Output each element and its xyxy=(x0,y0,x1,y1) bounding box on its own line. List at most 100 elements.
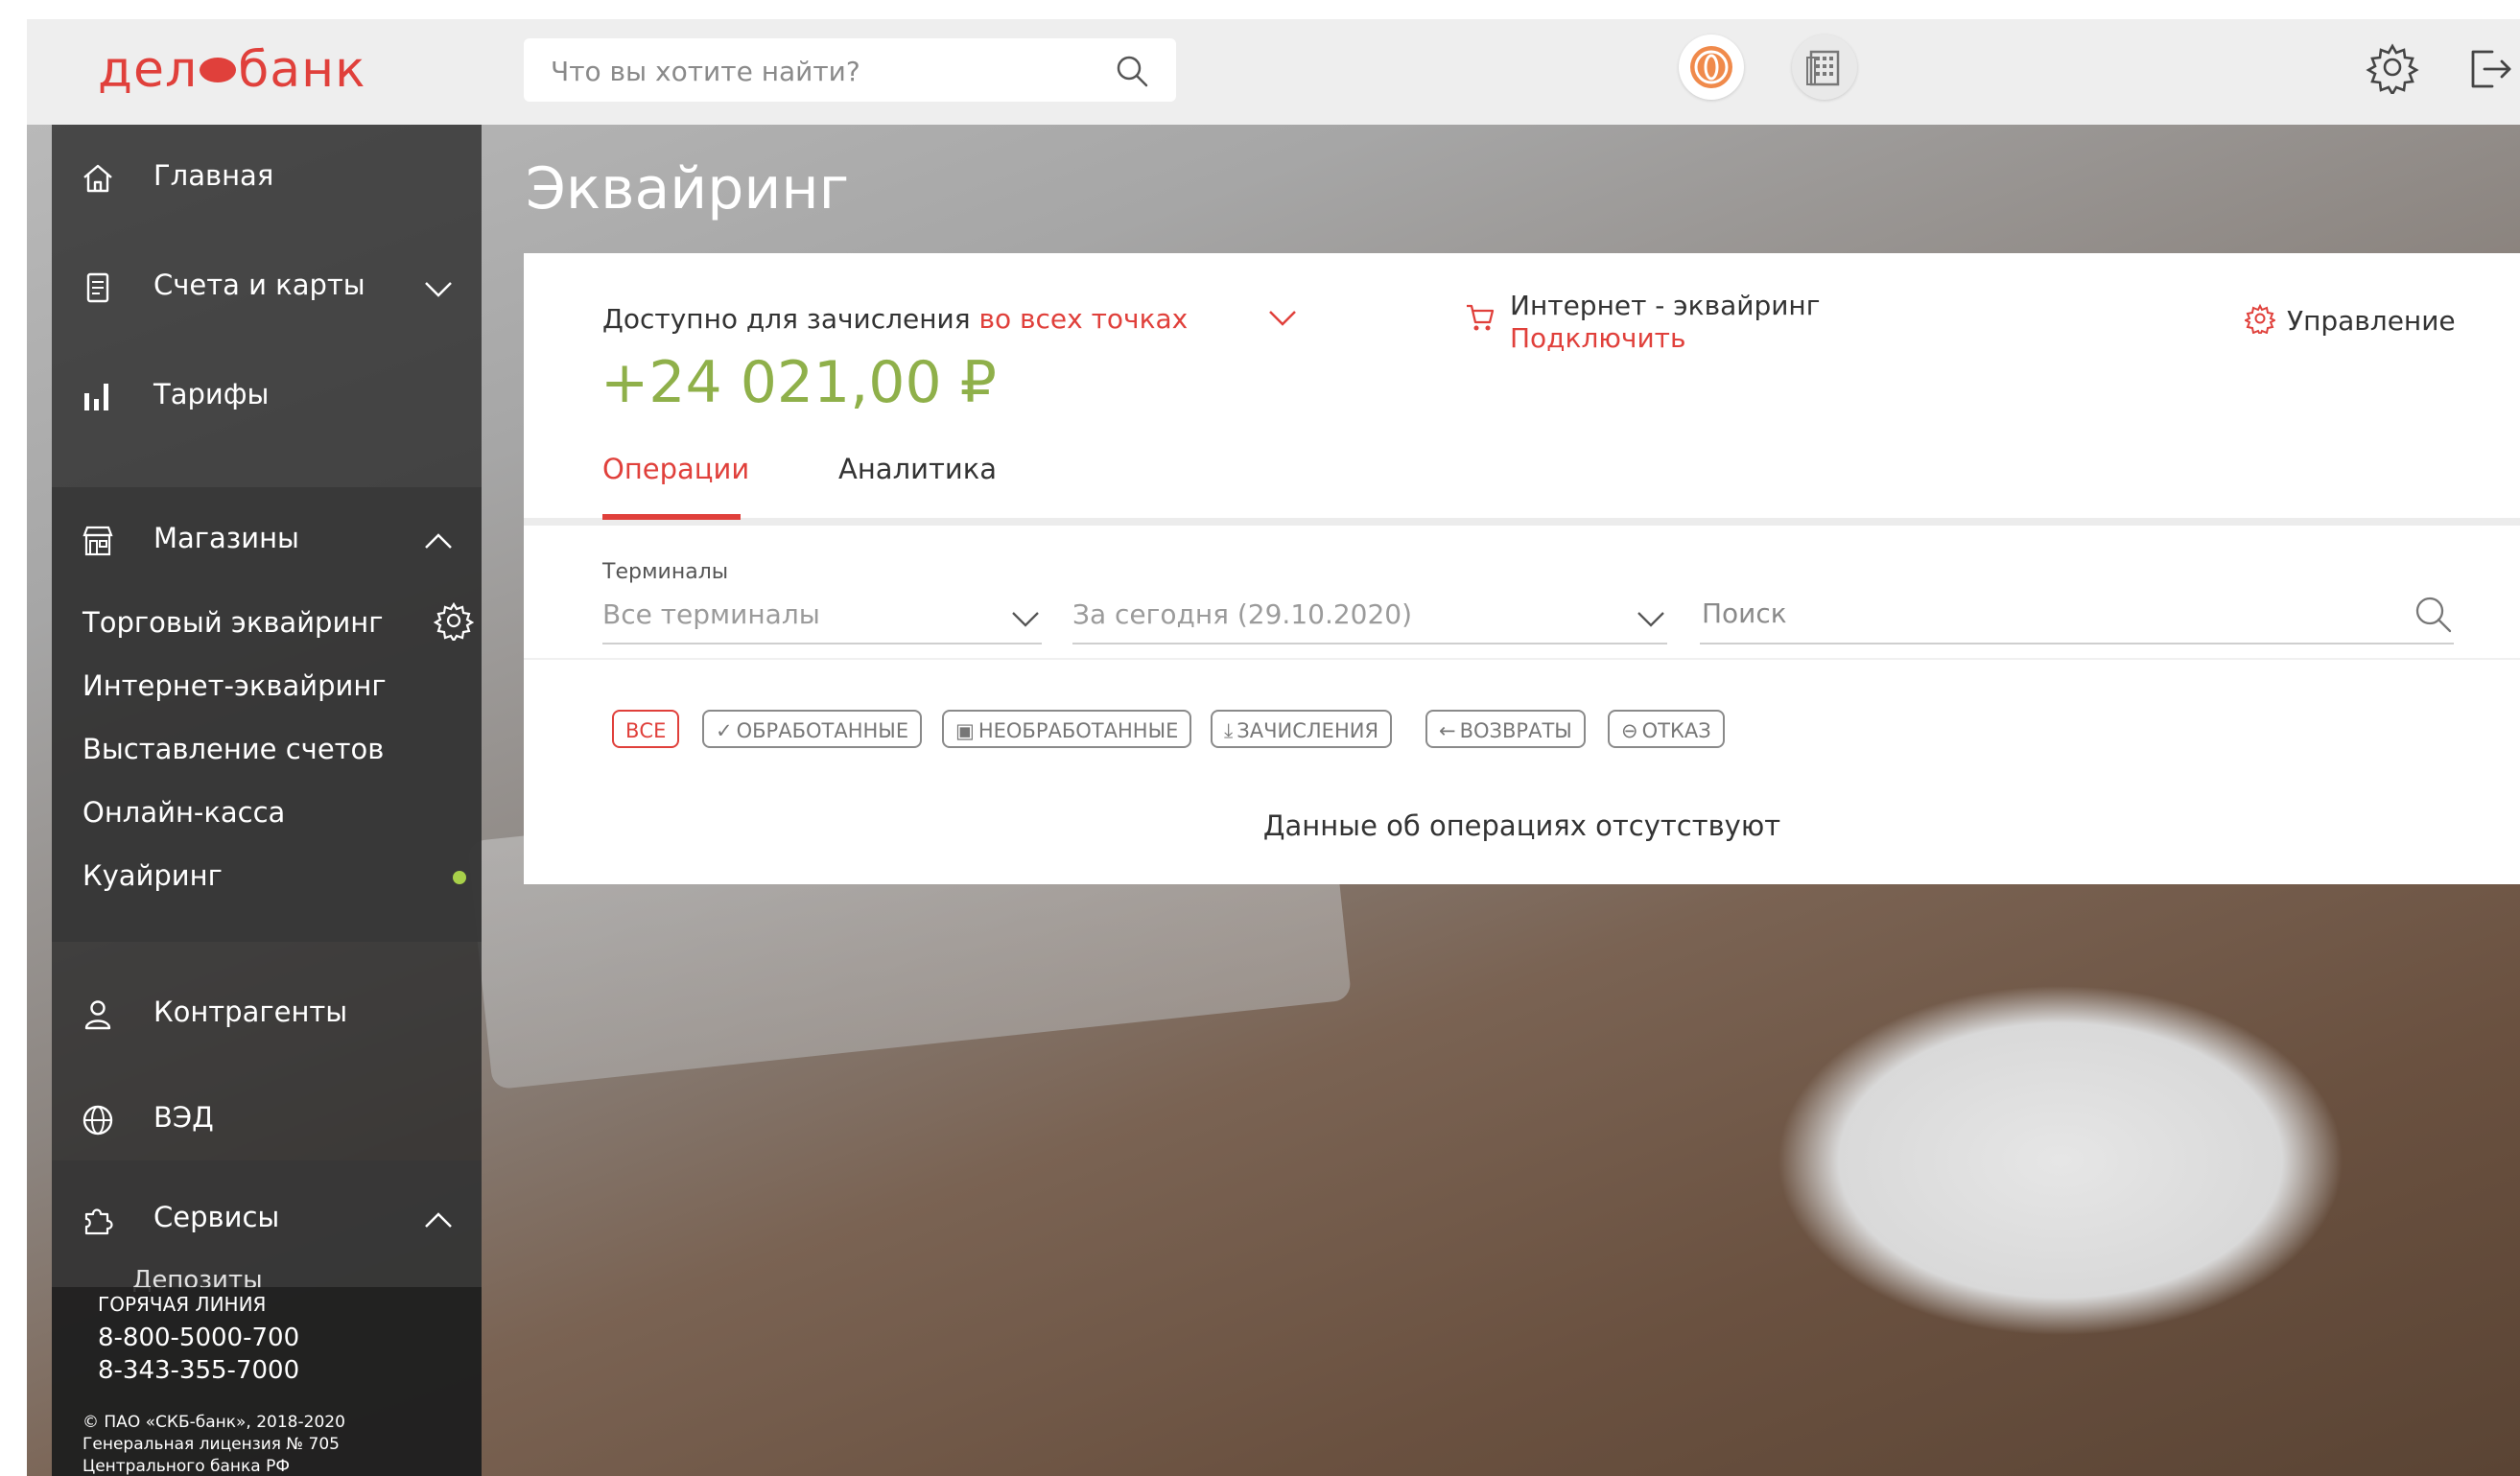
sidebar-subitem-invoicing[interactable]: Выставление счетов xyxy=(82,733,384,765)
acquiring-card: Доступно для зачисления во всех точках +… xyxy=(524,253,2520,884)
hotline-title: ГОРЯЧАЯ ЛИНИЯ xyxy=(98,1293,267,1316)
logo-text-left: дел xyxy=(98,41,199,99)
chevron-down-icon[interactable] xyxy=(1266,301,1299,334)
period-value: За сегодня (29.10.2020) xyxy=(1072,598,1413,630)
chevron-down-icon xyxy=(1637,612,1664,627)
search-input[interactable] xyxy=(549,48,1090,94)
gear-icon[interactable] xyxy=(2366,40,2419,94)
chip-label: ОБРАБОТАННЫЕ xyxy=(736,719,909,742)
gear-icon[interactable] xyxy=(434,600,474,641)
gear-icon[interactable] xyxy=(2245,303,2275,334)
logout-icon[interactable] xyxy=(2463,42,2517,96)
sidebar-item-label: Тарифы xyxy=(153,378,270,410)
chevron-down-icon xyxy=(425,282,452,297)
amount-decimal: ,00 xyxy=(850,349,942,416)
license-text-cb: Центрального банка РФ xyxy=(82,1457,291,1476)
bank-logo[interactable]: дел банк xyxy=(98,36,366,104)
tab-analytics[interactable]: Аналитика xyxy=(838,453,997,485)
sidebar-group-services: Сервисы xyxy=(52,1160,482,1287)
sidebar-subitem-qr-acquiring[interactable]: Куайринг xyxy=(82,859,223,892)
filter-chip-returns[interactable]: ← ВОЗВРАТЫ xyxy=(1425,710,1586,748)
chip-label: ВСЕ xyxy=(625,719,667,742)
store-icon xyxy=(82,526,113,556)
puzzle-icon xyxy=(84,1208,113,1235)
globe-icon xyxy=(82,1105,113,1136)
logo-dot-icon xyxy=(200,58,237,82)
sidebar-group-shops: Магазины Торговый эквайринг Интернет-экв… xyxy=(52,487,482,942)
chip-label: ОТКАЗ xyxy=(1641,719,1711,742)
sidebar-item-tariffs[interactable]: Тарифы xyxy=(52,343,482,451)
filter-chip-declined[interactable]: ⊖ ОТКАЗ xyxy=(1608,710,1725,748)
building-icon[interactable] xyxy=(1792,35,1857,100)
sidebar-subitem-pos-acquiring[interactable]: Торговый эквайринг xyxy=(82,606,384,639)
tabs-divider xyxy=(524,518,2520,526)
arrow-left-icon: ← xyxy=(1439,719,1456,742)
sidebar-item-label: Счета и карты xyxy=(153,269,365,301)
filter-chip-deposits[interactable]: ⤓ ЗАЧИСЛЕНИЯ xyxy=(1211,710,1393,748)
card-icon: ▣ xyxy=(955,719,975,742)
hotline-phone[interactable]: 8-800-5000-700 xyxy=(98,1324,299,1352)
chip-label: ВОЗВРАТЫ xyxy=(1459,719,1572,742)
sidebar-subitem-online-cashbox[interactable]: Онлайн-касса xyxy=(82,796,285,829)
status-dot xyxy=(453,871,466,884)
available-label: Доступно для зачисления во всех точках xyxy=(602,303,1188,335)
available-amount: +24 021,00 ₽ xyxy=(601,349,997,416)
filter-chip-all[interactable]: ВСЕ xyxy=(612,710,680,748)
sidebar-subitem-internet-acquiring[interactable]: Интернет-эквайринг xyxy=(82,669,387,702)
license-text: Генеральная лицензия № 705 xyxy=(82,1435,340,1454)
tab-operations[interactable]: Операции xyxy=(602,453,749,485)
sidebar-item-services[interactable]: Сервисы xyxy=(52,1166,482,1272)
home-icon xyxy=(83,164,112,193)
user-icon xyxy=(84,1000,111,1030)
internet-acquiring-title: Интернет - эквайринг xyxy=(1510,290,1821,321)
document-icon xyxy=(86,272,109,303)
sidebar-item-counterparties[interactable]: Контрагенты xyxy=(52,961,482,1068)
sidebar-item-shops[interactable]: Магазины xyxy=(52,487,482,593)
sidebar-item-home[interactable]: Главная xyxy=(52,125,482,232)
hotline-phone[interactable]: 8-343-355-7000 xyxy=(98,1356,299,1385)
sidebar-item-label: Главная xyxy=(153,159,274,192)
active-tab-indicator xyxy=(602,514,741,520)
app-frame: дел банк Что вы хотите найти? Главная Сч… xyxy=(27,19,2520,1476)
period-select[interactable]: За сегодня (29.10.2020) xyxy=(1072,589,1667,644)
search-icon[interactable] xyxy=(2412,593,2454,635)
chevron-down-icon xyxy=(1012,612,1039,627)
chip-label: НЕОБРАБОТАННЫЕ xyxy=(977,719,1179,742)
download-icon: ⤓ xyxy=(1224,719,1234,742)
connect-link[interactable]: Подключить xyxy=(1510,322,1685,354)
terminals-label: Терминалы xyxy=(602,560,729,584)
operations-search xyxy=(1700,585,2454,644)
chevron-up-icon xyxy=(425,533,452,549)
currency-sign: ₽ xyxy=(959,349,997,416)
chevron-up-icon xyxy=(425,1212,452,1228)
sidebar-item-label: Контрагенты xyxy=(153,996,348,1028)
coin-icon[interactable] xyxy=(1679,35,1744,100)
available-label-text: Доступно для зачисления xyxy=(602,303,971,335)
global-search xyxy=(524,38,1176,102)
terminals-select[interactable]: Все терминалы xyxy=(602,589,1042,644)
logo-text-right: банк xyxy=(238,41,366,99)
terminals-value: Все терминалы xyxy=(602,598,820,630)
available-scope-link[interactable]: во всех точках xyxy=(978,303,1188,335)
chip-label: ЗАЧИСЛЕНИЯ xyxy=(1236,719,1379,742)
empty-state-message: Данные об операциях отсутствуют xyxy=(1262,809,1781,842)
cart-icon xyxy=(1467,304,1495,331)
sidebar-item-ved[interactable]: ВЭД xyxy=(52,1066,482,1174)
search-icon[interactable] xyxy=(1113,52,1151,90)
filter-chip-unprocessed[interactable]: ▣ НЕОБРАБОТАННЫЕ xyxy=(942,710,1192,748)
sidebar: Главная Счета и карты Тарифы Магазины То… xyxy=(52,125,482,1476)
sidebar-item-accounts[interactable]: Счета и карты xyxy=(52,234,482,341)
bar-chart-icon xyxy=(84,384,108,410)
filter-chip-processed[interactable]: ✓ ОБРАБОТАННЫЕ xyxy=(702,710,923,748)
manage-button[interactable]: Управление xyxy=(2287,305,2456,337)
minus-circle-icon: ⊖ xyxy=(1621,719,1638,742)
top-bar: дел банк xyxy=(27,19,2520,125)
check-icon: ✓ xyxy=(716,719,733,742)
sidebar-item-label: Сервисы xyxy=(153,1201,280,1233)
operations-search-input[interactable] xyxy=(1700,591,2375,635)
sidebar-item-label: Магазины xyxy=(153,522,299,554)
hotline-footer: ГОРЯЧАЯ ЛИНИЯ 8-800-5000-700 8-343-355-7… xyxy=(52,1287,482,1476)
copyright-text: © ПАО «СКБ-банк», 2018-2020 xyxy=(82,1413,345,1432)
page-title: Эквайринг xyxy=(526,155,850,223)
filters-divider xyxy=(524,658,2520,660)
